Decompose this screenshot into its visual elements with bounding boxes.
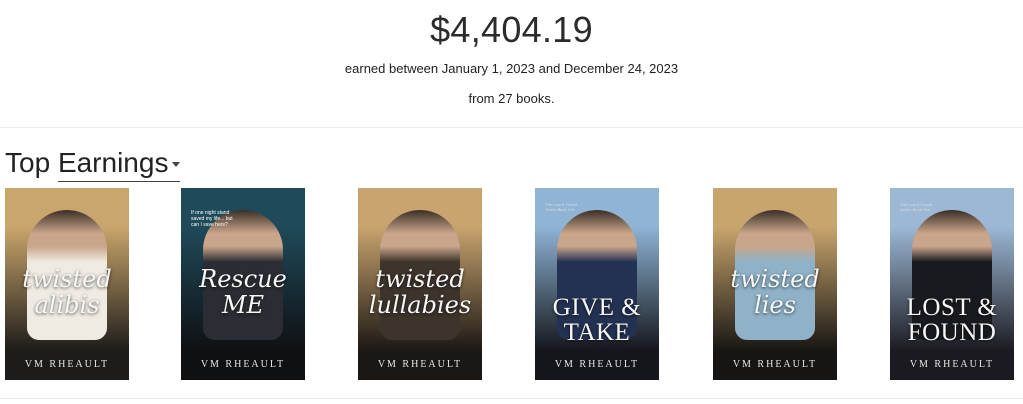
caret-down-icon xyxy=(172,162,181,167)
book-count-text: from 27 books. xyxy=(468,91,555,106)
section-title-prefix: Top xyxy=(5,147,51,178)
book-cover[interactable]: If one night stand saved my life... but … xyxy=(181,188,305,380)
sort-metric-value: Earnings xyxy=(57,147,169,178)
book-cover-list: twisted alibis VM RHEAULT If one night sta… xyxy=(0,188,1023,381)
book-cover[interactable]: The Lost & Found Series Book One GIVE & T… xyxy=(535,188,659,380)
sort-metric-dropdown[interactable]: Earnings xyxy=(57,146,181,182)
cover-author: VM RHEAULT xyxy=(909,359,995,370)
bottom-divider xyxy=(0,398,1023,399)
cover-author: VM RHEAULT xyxy=(377,359,463,370)
cover-author: VM RHEAULT xyxy=(200,359,286,370)
book-cover[interactable]: twisted alibis VM RHEAULT xyxy=(5,188,129,380)
date-range-text: earned between January 1, 2023 and Decem… xyxy=(344,61,679,76)
cover-title: GIVE & TAKE xyxy=(552,294,642,346)
dropdown-underline xyxy=(57,181,181,182)
cover-title: twisted alibis xyxy=(22,265,112,319)
cover-author: VM RHEAULT xyxy=(24,359,110,370)
book-cover[interactable]: The Lost & Found Series Book Two LOST & F… xyxy=(890,188,1014,380)
cover-tagline: If one night stand saved my life... but … xyxy=(191,210,233,228)
cover-title: twisted lullabies xyxy=(368,265,472,319)
cover-title: LOST & FOUND xyxy=(906,294,998,346)
earnings-amount: $4,404.19 xyxy=(430,9,593,50)
section-divider xyxy=(0,127,1023,128)
cover-author: VM RHEAULT xyxy=(554,359,640,370)
earnings-summary: $4,404.19 earned between January 1, 2023… xyxy=(0,0,1023,128)
cover-title: Rescue ME xyxy=(199,265,287,319)
cover-series-label: The Lost & Found Series Book One xyxy=(545,202,577,212)
book-cover[interactable]: twisted lullabies VM RHEAULT xyxy=(358,188,482,380)
cover-title: twisted lies xyxy=(730,265,820,319)
cover-author: VM RHEAULT xyxy=(732,359,818,370)
cover-series-label: The Lost & Found Series Book Two xyxy=(900,202,932,212)
book-cover[interactable]: twisted lies VM RHEAULT xyxy=(713,188,837,380)
section-heading: Top Earnings xyxy=(5,146,181,182)
